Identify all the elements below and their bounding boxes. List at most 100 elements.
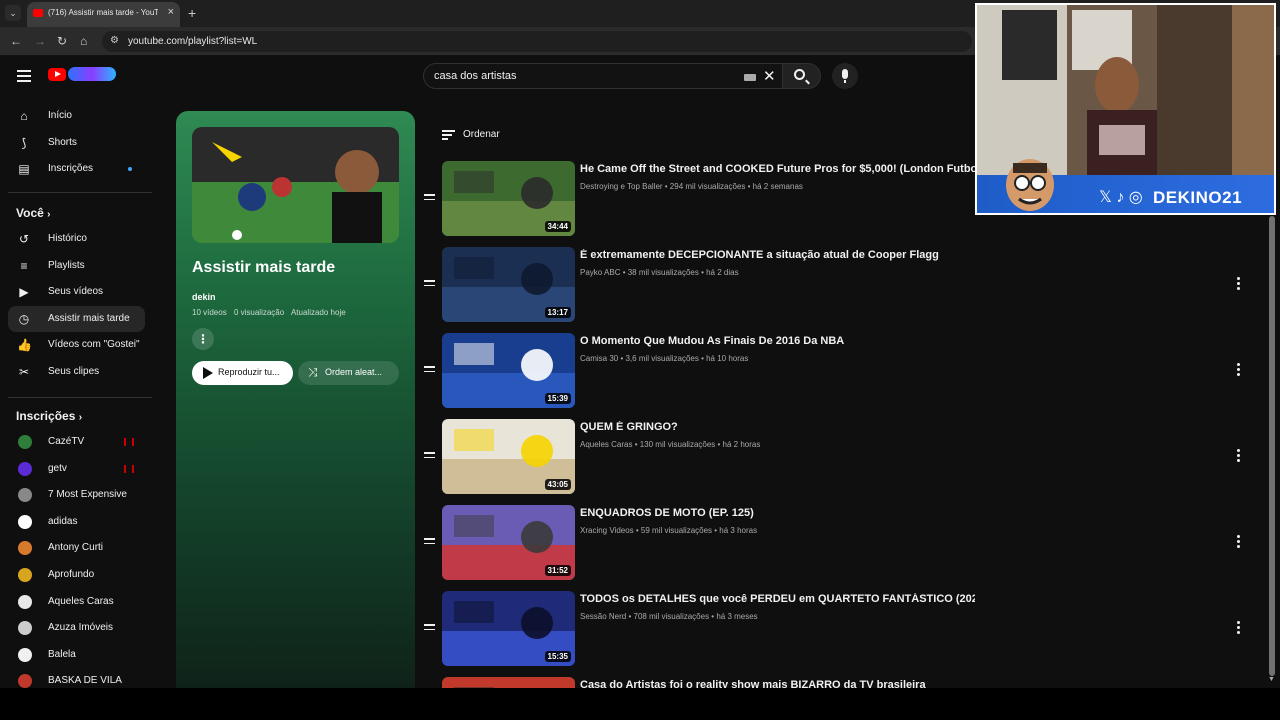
video-thumbnail[interactable]: 15:35 [442,591,575,666]
channel-name: Balela [48,648,76,660]
playlist-video-row[interactable]: 13:17 É extremamente DECEPCIONANTE a sit… [420,247,1255,325]
shuffle-button[interactable]: ⤨ Ordem aleat... [298,361,399,385]
youtube-logo[interactable] [48,67,116,83]
video-title[interactable]: QUEM É GRINGO? [580,421,678,433]
subscription-item[interactable]: Balela [8,642,145,668]
video-meta: Destroying e Top Baller • 294 mil visual… [580,182,803,191]
sort-label: Ordenar [463,129,500,140]
drag-handle-icon[interactable] [424,538,435,547]
video-title[interactable]: O Momento Que Mudou As Finais De 2016 Da… [580,335,844,347]
channel-name: getv [48,462,67,474]
scissors-icon: ✂ [18,365,30,379]
sidebar-item[interactable]: ↺ Histórico [8,226,145,252]
video-options-icon[interactable] [1233,277,1243,295]
subscriptions-heading[interactable]: Inscrições › [16,409,82,423]
video-options-icon[interactable] [1233,449,1243,467]
back-icon[interactable]: ← [10,34,22,48]
search-button[interactable] [783,63,821,89]
drag-handle-icon[interactable] [424,452,435,461]
subscriptions-icon: ▤ [18,162,30,176]
drag-handle-icon[interactable] [424,280,435,289]
playlist-video-row[interactable]: 15:39 O Momento Que Mudou As Finais De 2… [420,333,1255,411]
subscription-item[interactable]: 7 Most Expensive [8,482,145,508]
video-thumbnail[interactable]: 34:44 [442,161,575,236]
voice-search-button[interactable] [832,63,858,89]
you-heading[interactable]: Você › [16,206,50,220]
channel-name: 7 Most Expensive [48,489,127,501]
sidebar-item-label: Playlists [48,259,85,271]
channel-name: Aprofundo [48,569,95,580]
drag-handle-icon[interactable] [424,366,435,375]
subscription-item[interactable]: Aqueles Caras [8,589,145,615]
video-thumbnail[interactable]: 13:17 [442,247,575,322]
site-info-icon[interactable]: ⚙ [110,35,119,46]
subscription-item[interactable]: Aprofundo [8,562,145,588]
channel-avatar [18,488,32,503]
sidebar-item[interactable]: ⌂ Início [8,103,145,129]
channel-avatar [18,594,32,609]
video-meta: Payko ABC • 38 mil visualizações • há 2 … [580,268,739,277]
browser-tab[interactable]: (716) Assistir mais tarde - YouTube × [27,2,180,27]
sidebar-item[interactable]: ⟆ Shorts [8,130,145,156]
subscription-item[interactable]: getv [8,456,145,482]
url-field[interactable]: ⚙ youtube.com/playlist?list=WL [102,31,972,52]
play-all-button[interactable]: Reproduzir tu... [192,361,293,385]
sidebar-item[interactable]: ▤ Inscrições [8,156,145,182]
subscription-item[interactable]: Antony Curti [8,535,145,561]
sidebar-item[interactable]: ▶ Seus vídeos [8,279,145,305]
history-icon: ↺ [18,232,30,246]
drag-handle-icon[interactable] [424,194,435,203]
subscription-item[interactable]: adidas [8,509,145,535]
new-tab-icon[interactable]: + [188,5,196,21]
video-title[interactable]: É extremamente DECEPCIONANTE a situação … [580,249,939,261]
video-thumbnail[interactable]: 31:52 [442,505,575,580]
menu-icon[interactable] [17,70,31,85]
reload-icon[interactable]: ↻ [57,34,67,48]
video-duration: 31:52 [544,565,571,576]
video-options-icon[interactable] [1233,363,1243,381]
keyboard-icon[interactable] [744,74,756,81]
playlist-video-row[interactable]: 31:52 ENQUADROS DE MOTO (EP. 125) Xracin… [420,505,1255,583]
video-options-icon[interactable] [1233,535,1243,553]
sidebar-item-label: Início [48,110,72,121]
youtube-play-logo-icon [48,68,66,81]
playlist-video-count: 10 vídeos [192,308,227,317]
subscription-item[interactable]: BASKA DE VILA [8,668,145,688]
subscription-item[interactable]: CazéTV [8,429,145,455]
tab-close-icon[interactable]: × [168,6,174,18]
channel-avatar [18,621,32,636]
search-input[interactable]: casa dos artistas ✕ [423,63,783,89]
video-thumbnail[interactable]: 43:05 [442,419,575,494]
video-options-icon[interactable] [1233,621,1243,639]
drag-handle-icon[interactable] [424,624,435,633]
video-thumbnail[interactable]: 15:39 [442,333,575,408]
playlist-owner[interactable]: dekin [192,292,216,302]
more-options-icon[interactable]: ⋮ [192,328,214,350]
scroll-down-icon[interactable]: ▼ [1268,676,1275,683]
channel-name: BASKA DE VILA [48,675,122,687]
video-meta: Aqueles Caras • 130 mil visualizações • … [580,440,761,449]
playlist-video-row[interactable]: 15:35 TODOS os DETALHES que você PERDEU … [420,591,1255,669]
subscription-item[interactable]: Azuza Imóveis [8,615,145,641]
your-videos-icon: ▶ [19,285,29,300]
forward-icon[interactable]: → [34,34,46,48]
like-icon: 👍 [17,338,32,353]
sidebar-item-label: Shorts [48,136,77,148]
clear-search-icon[interactable]: ✕ [763,67,776,85]
channel-avatar [18,514,32,529]
video-title[interactable]: ENQUADROS DE MOTO (EP. 125) [580,507,754,519]
sidebar-item[interactable]: ≡ Playlists [8,253,145,279]
sidebar-item[interactable]: 👍 Vídeos com "Gostei" [8,332,145,358]
scrollbar-thumb[interactable] [1269,216,1275,676]
sidebar-item[interactable]: ◷ Assistir mais tarde [8,305,145,332]
playlist-thumbnail[interactable] [192,127,399,243]
sidebar-item[interactable]: ✂ Seus clipes [8,359,145,385]
sort-button[interactable]: Ordenar [442,128,512,142]
tab-search-icon[interactable]: ⌄ [5,5,21,21]
live-indicator-icon [124,438,134,446]
playlist-video-row[interactable]: 43:05 QUEM É GRINGO? Aqueles Caras • 130… [420,419,1255,497]
home-browser-icon[interactable]: ⌂ [80,34,87,48]
channel-name: Aqueles Caras [48,595,114,607]
video-title[interactable]: He Came Off the Street and COOKED Future… [580,163,975,175]
video-title[interactable]: TODOS os DETALHES que você PERDEU em QUA… [580,593,975,605]
